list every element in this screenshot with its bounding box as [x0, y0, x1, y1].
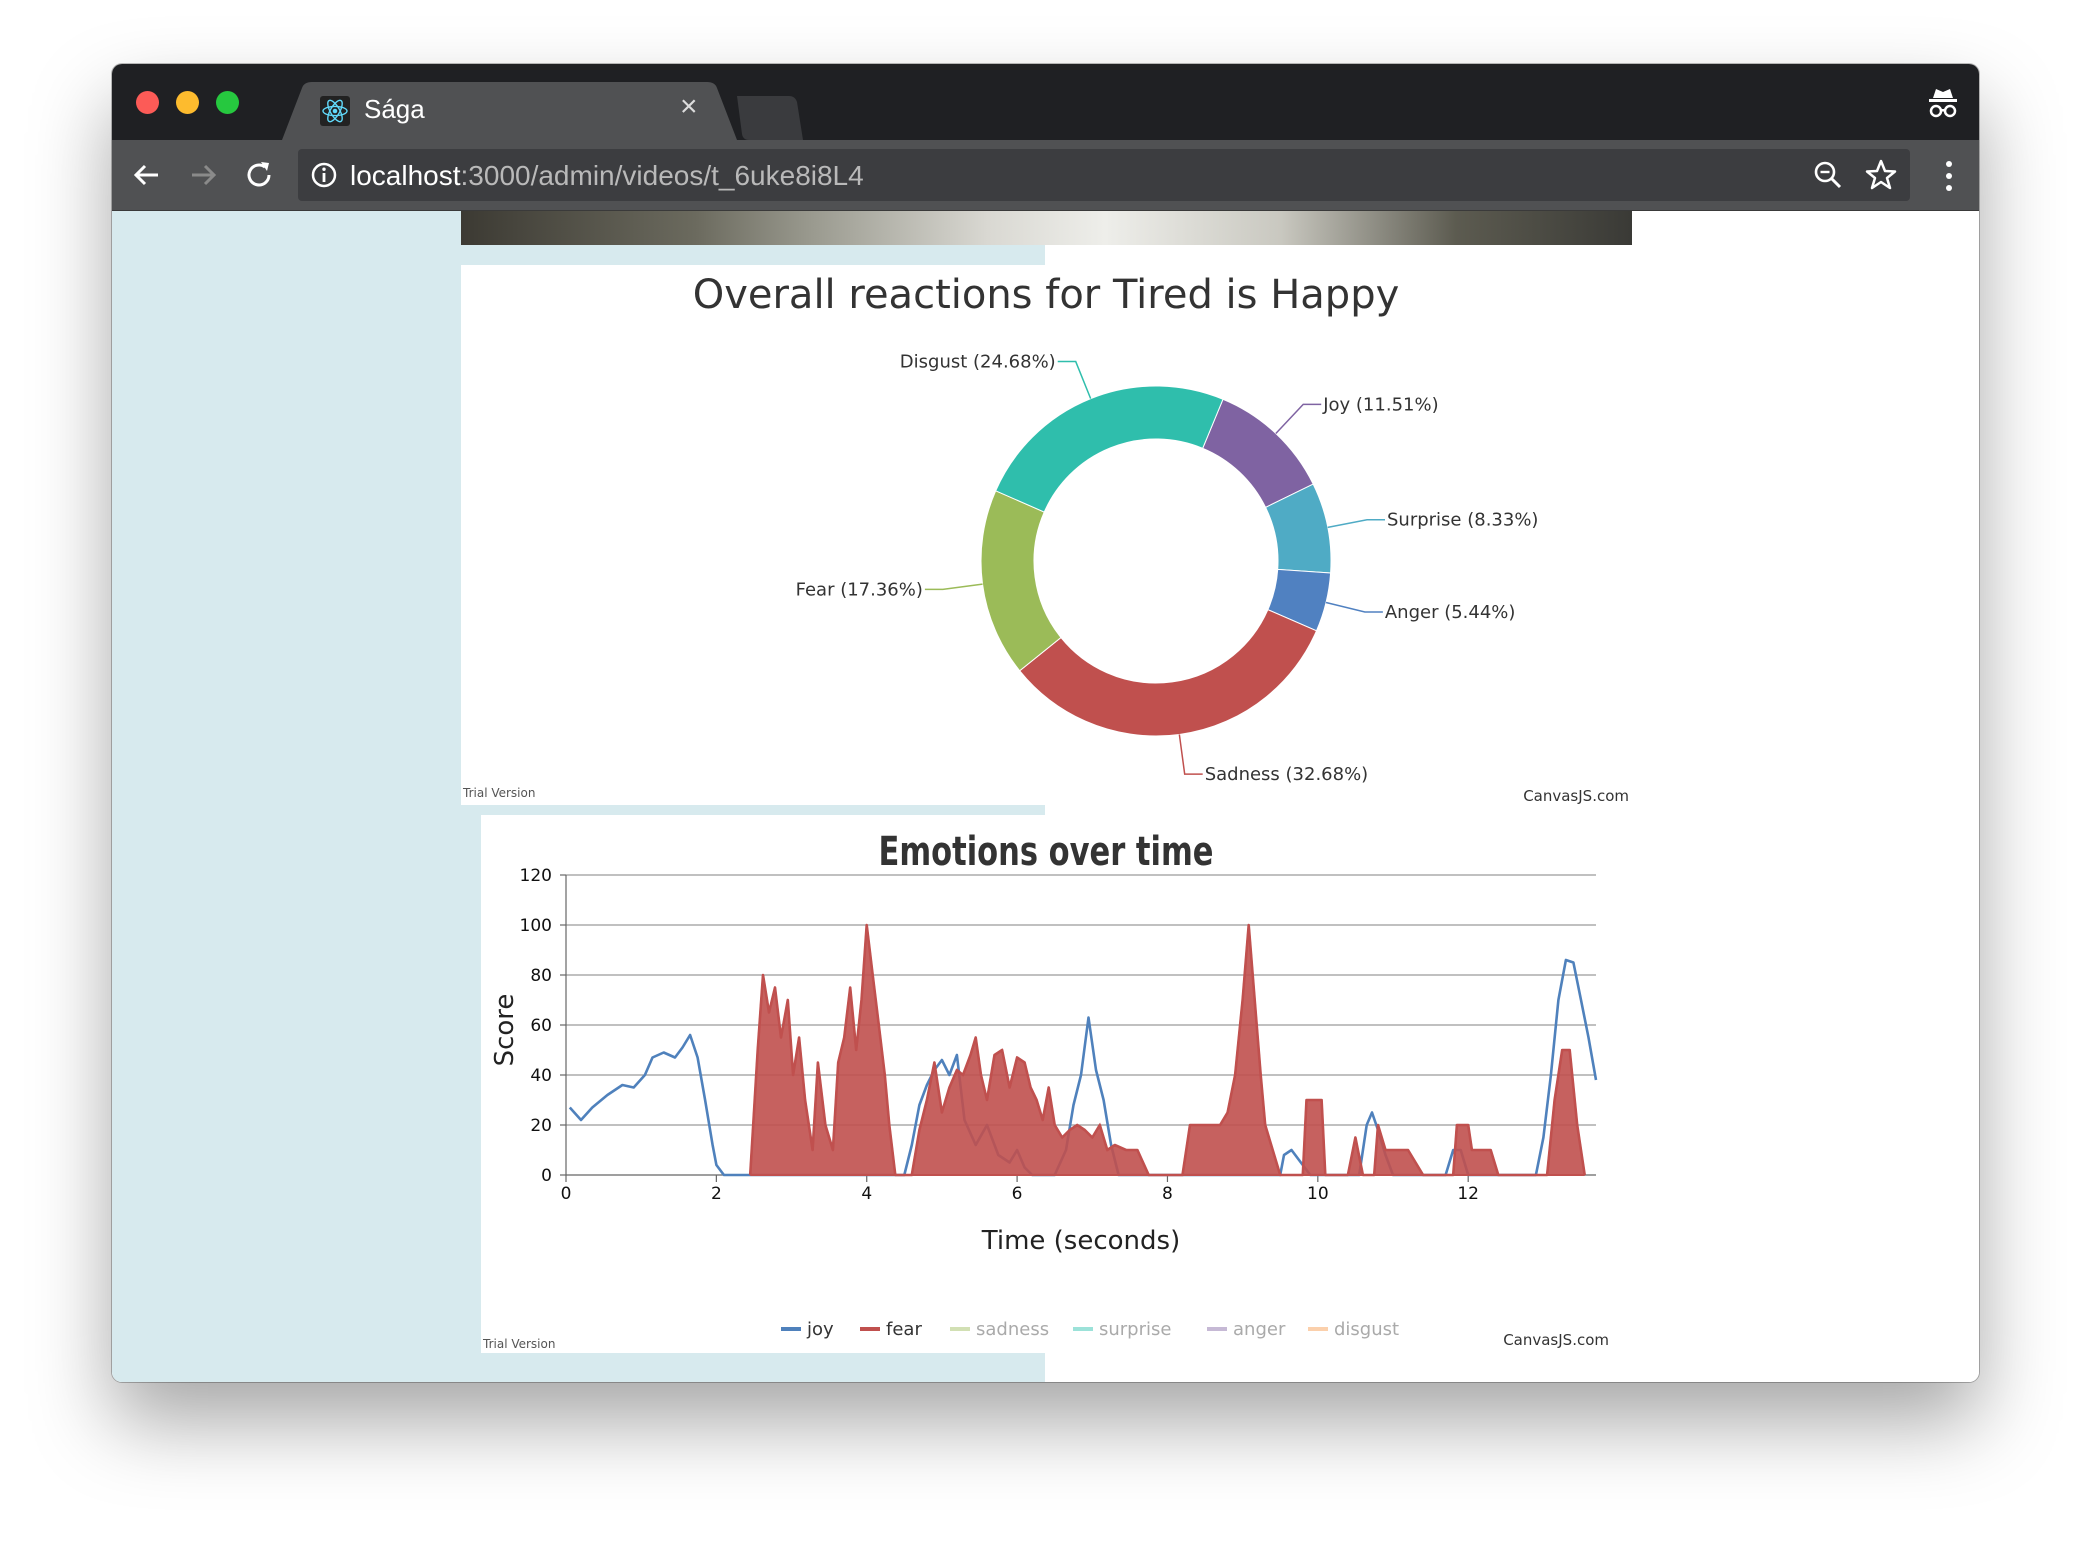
doughnut-slice-sadness	[1018, 609, 1318, 737]
maximize-window-button[interactable]	[216, 91, 239, 114]
slice-label-sadness: Sadness (32.68%)	[1205, 764, 1369, 785]
y-axis-label: Score	[490, 994, 520, 1067]
leader-line-surprise	[1327, 518, 1385, 529]
browser-window: Sága × localhost:3000/admin/videos/t_6uk…	[112, 64, 1979, 1382]
back-icon[interactable]	[128, 156, 166, 194]
forward-icon[interactable]	[184, 156, 222, 194]
y-tick-label: 100	[520, 916, 552, 936]
doughnut-chart: Overall reactions for Tired is Happy Joy …	[462, 272, 1629, 805]
title-bar: Sága ×	[112, 64, 1979, 140]
x-tick-label: 2	[711, 1184, 722, 1204]
zoom-icon[interactable]	[1812, 159, 1844, 191]
x-axis-label: Time (seconds)	[981, 1226, 1180, 1256]
tab-title: Sága	[364, 94, 425, 124]
page-content: Overall reactions for Tired is Happy Joy …	[112, 211, 1979, 1382]
browser-tab[interactable]: Sága ×	[282, 82, 737, 140]
legend-item-fear[interactable]: fear	[886, 1319, 922, 1340]
y-tick-label: 120	[520, 866, 552, 886]
legend-item-disgust[interactable]: disgust	[1334, 1319, 1399, 1340]
react-logo-icon	[320, 96, 350, 126]
trial-version-watermark: Trial Version	[462, 786, 535, 800]
leader-line-anger	[1325, 601, 1383, 613]
series-area-fear	[749, 924, 1586, 1176]
slice-label-surprise: Surprise (8.33%)	[1387, 510, 1538, 531]
leader-line-sadness	[1178, 734, 1203, 775]
x-tick-label: 10	[1307, 1184, 1329, 1204]
x-tick-label: 8	[1162, 1184, 1173, 1204]
chart-title: Emotions over time	[879, 829, 1214, 875]
leader-line-joy	[1275, 403, 1322, 434]
menu-icon[interactable]	[1943, 160, 1955, 192]
browser-toolbar: localhost:3000/admin/videos/t_6uke8i8L4	[112, 140, 1979, 211]
y-tick-label: 20	[530, 1116, 552, 1136]
star-icon[interactable]	[1864, 158, 1898, 192]
chart-title: Overall reactions for Tired is Happy	[693, 272, 1400, 318]
line-chart-card: Emotions over time 0 20 40 60 80 100 120 0 2 4 6 8 10…	[481, 815, 1612, 1353]
doughnut-slice-disgust	[995, 385, 1224, 513]
tab-shape	[282, 82, 737, 140]
trial-version-watermark: Trial Version	[482, 1337, 555, 1351]
y-tick-label: 40	[530, 1066, 552, 1086]
slice-label-joy: Joy (11.51%)	[1322, 394, 1438, 415]
close-icon[interactable]: ×	[680, 90, 698, 124]
x-tick-label: 12	[1457, 1184, 1479, 1204]
url-path: :3000/admin/videos/t_6uke8i8L4	[460, 160, 864, 191]
close-window-button[interactable]	[136, 91, 159, 114]
info-icon[interactable]	[310, 161, 338, 189]
x-tick-label: 6	[1012, 1184, 1023, 1204]
legend-item-anger[interactable]: anger	[1233, 1319, 1286, 1340]
leader-line-disgust	[1057, 360, 1092, 399]
incognito-icon	[1929, 89, 1957, 118]
reload-icon[interactable]	[240, 156, 278, 194]
address-bar[interactable]: localhost:3000/admin/videos/t_6uke8i8L4	[298, 149, 1910, 201]
url-text[interactable]: localhost:3000/admin/videos/t_6uke8i8L4	[350, 160, 864, 192]
y-tick-label: 80	[530, 966, 552, 986]
minimize-window-button[interactable]	[176, 91, 199, 114]
legend-item-surprise[interactable]: surprise	[1099, 1319, 1171, 1340]
x-tick-label: 0	[561, 1184, 572, 1204]
doughnut-slice-fear	[980, 490, 1062, 672]
leader-line-fear	[924, 583, 983, 591]
legend-item-sadness[interactable]: sadness	[976, 1319, 1049, 1340]
y-tick-label: 60	[530, 1016, 552, 1036]
legend-item-joy[interactable]: joy	[806, 1319, 834, 1340]
url-host: localhost	[350, 160, 461, 191]
slice-label-fear: Fear (17.36%)	[796, 579, 923, 600]
emotions-line-chart: Emotions over time 0 20 40 60 80 100 120 0 2 4 6 8 10…	[482, 829, 1609, 1351]
x-tick-label: 4	[861, 1184, 872, 1204]
video-thumbnail[interactable]	[461, 211, 1632, 245]
y-tick-label: 0	[541, 1166, 552, 1186]
canvasjs-watermark: CanvasJS.com	[1503, 1331, 1609, 1349]
slice-label-anger: Anger (5.44%)	[1385, 602, 1516, 623]
doughnut-slice-joy	[1202, 398, 1314, 509]
canvasjs-watermark: CanvasJS.com	[1523, 787, 1629, 805]
doughnut-chart-card: Overall reactions for Tired is Happy Joy …	[461, 265, 1632, 805]
new-tab-button[interactable]	[737, 96, 803, 140]
slice-label-disgust: Disgust (24.68%)	[900, 352, 1056, 373]
